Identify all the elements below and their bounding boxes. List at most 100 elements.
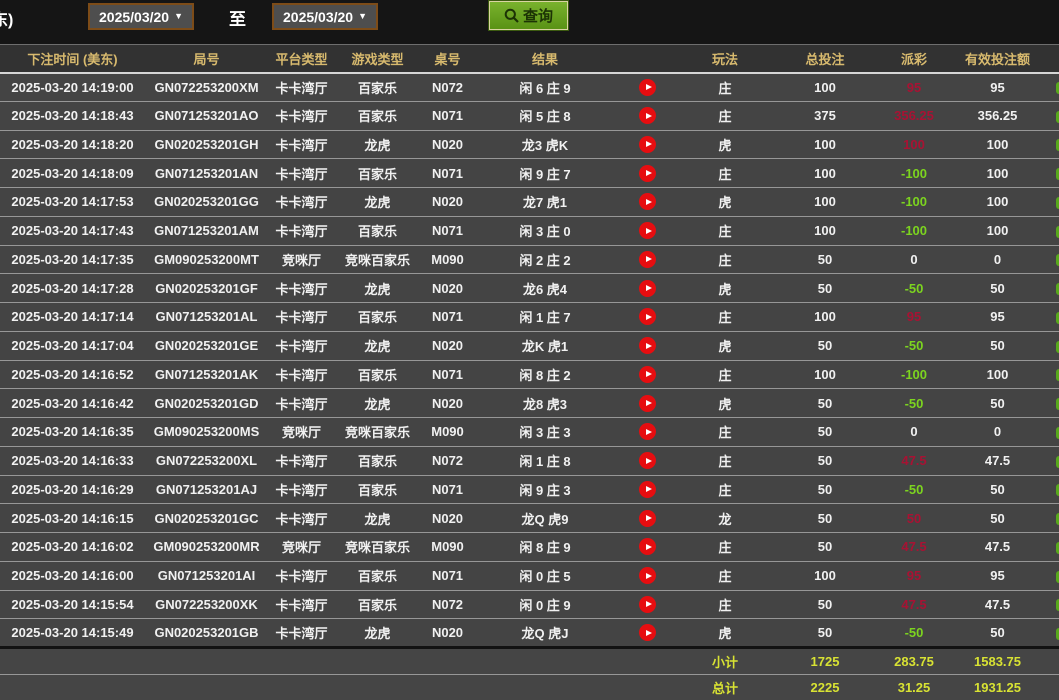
- bet-time-cell: 2025-03-20 14:17:43: [0, 216, 145, 245]
- replay-play-icon[interactable]: [639, 165, 656, 182]
- bet-time-cell: 2025-03-20 14:18:43: [0, 101, 145, 130]
- bet-time-cell: 2025-03-20 14:15:49: [0, 619, 145, 648]
- game-type-cell: 龙虎: [335, 130, 420, 159]
- table-no-cell: M090: [420, 245, 475, 274]
- replay-cell: [615, 590, 680, 619]
- result-cell: 闲 5 庄 8: [475, 101, 615, 130]
- replay-play-icon[interactable]: [639, 624, 656, 641]
- game-type-cell: 百家乐: [335, 475, 420, 504]
- platform-cell: 卡卡湾厅: [268, 130, 335, 159]
- total-bet-cell: 100: [770, 303, 880, 332]
- date-to-picker[interactable]: 2025/03/20 ▼: [272, 3, 378, 30]
- bet-play-cell: 虎: [680, 331, 770, 360]
- total-bet-cell: 50: [770, 274, 880, 303]
- replay-play-icon[interactable]: [639, 567, 656, 584]
- clipped-cell: [1047, 274, 1059, 303]
- payout-cell: 95: [880, 73, 948, 102]
- replay-play-icon[interactable]: [639, 251, 656, 268]
- valid-bet-cell: 50: [948, 331, 1047, 360]
- platform-cell: 卡卡湾厅: [268, 504, 335, 533]
- valid-bet-cell: 0: [948, 245, 1047, 274]
- bet-time-cell: 2025-03-20 14:17:14: [0, 303, 145, 332]
- clipped-left-label: 东): [0, 6, 13, 30]
- round-id-cell: GN020253201GC: [145, 504, 268, 533]
- platform-cell: 卡卡湾厅: [268, 446, 335, 475]
- bet-time-cell: 2025-03-20 14:15:54: [0, 590, 145, 619]
- round-id-cell: GN072253200XM: [145, 73, 268, 102]
- game-type-cell: 百家乐: [335, 590, 420, 619]
- table-row: 2025-03-20 14:17:14GN071253201AL卡卡湾厅百家乐N…: [0, 303, 1059, 332]
- payout-cell: -50: [880, 475, 948, 504]
- bet-time-cell: 2025-03-20 14:17:35: [0, 245, 145, 274]
- replay-play-icon[interactable]: [639, 510, 656, 527]
- bet-play-cell: 庄: [680, 418, 770, 447]
- col-round-id: 局号: [145, 45, 268, 73]
- game-type-cell: 百家乐: [335, 303, 420, 332]
- game-type-cell: 龙虎: [335, 504, 420, 533]
- valid-bet-cell: 95: [948, 73, 1047, 102]
- replay-play-icon[interactable]: [639, 596, 656, 613]
- replay-play-icon[interactable]: [639, 107, 656, 124]
- replay-play-icon[interactable]: [639, 136, 656, 153]
- result-cell: 龙8 虎3: [475, 389, 615, 418]
- replay-play-icon[interactable]: [639, 280, 656, 297]
- table-no-cell: M090: [420, 418, 475, 447]
- subtotal-payout: 283.75: [880, 648, 948, 675]
- replay-play-icon[interactable]: [639, 222, 656, 239]
- valid-bet-cell: 100: [948, 188, 1047, 217]
- result-cell: 龙3 虎K: [475, 130, 615, 159]
- valid-bet-cell: 100: [948, 130, 1047, 159]
- payout-cell: 95: [880, 303, 948, 332]
- replay-cell: [615, 73, 680, 102]
- replay-cell: [615, 303, 680, 332]
- payout-cell: 356.25: [880, 101, 948, 130]
- bet-time-cell: 2025-03-20 14:16:29: [0, 475, 145, 504]
- replay-play-icon[interactable]: [639, 395, 656, 412]
- replay-play-icon[interactable]: [639, 538, 656, 555]
- table-row: 2025-03-20 14:16:15GN020253201GC卡卡湾厅龙虎N0…: [0, 504, 1059, 533]
- table-no-cell: N072: [420, 590, 475, 619]
- replay-play-icon[interactable]: [639, 337, 656, 354]
- replay-play-icon[interactable]: [639, 79, 656, 96]
- subtotal-valid: 1583.75: [948, 648, 1047, 675]
- game-type-cell: 百家乐: [335, 159, 420, 188]
- total-bet-cell: 100: [770, 130, 880, 159]
- bet-time-cell: 2025-03-20 14:16:33: [0, 446, 145, 475]
- replay-cell: [615, 188, 680, 217]
- replay-play-icon[interactable]: [639, 423, 656, 440]
- table-row: 2025-03-20 14:17:28GN020253201GF卡卡湾厅龙虎N0…: [0, 274, 1059, 303]
- table-no-cell: N071: [420, 360, 475, 389]
- col-valid-bet: 有效投注额: [948, 45, 1047, 73]
- bet-time-cell: 2025-03-20 14:18:09: [0, 159, 145, 188]
- game-type-cell: 百家乐: [335, 360, 420, 389]
- query-button[interactable]: 查询: [488, 0, 569, 31]
- round-id-cell: GN020253201GF: [145, 274, 268, 303]
- game-type-cell: 竞咪百家乐: [335, 245, 420, 274]
- table-no-cell: N071: [420, 475, 475, 504]
- bet-time-cell: 2025-03-20 14:16:52: [0, 360, 145, 389]
- replay-play-icon[interactable]: [639, 366, 656, 383]
- replay-play-icon[interactable]: [639, 481, 656, 498]
- date-to-value: 2025/03/20: [283, 9, 353, 25]
- result-cell: 闲 0 庄 5: [475, 561, 615, 590]
- valid-bet-cell: 50: [948, 475, 1047, 504]
- total-bet-cell: 50: [770, 446, 880, 475]
- result-cell: 闲 9 庄 3: [475, 475, 615, 504]
- replay-play-icon[interactable]: [639, 308, 656, 325]
- replay-cell: [615, 360, 680, 389]
- clipped-cell: [1047, 159, 1059, 188]
- platform-cell: 卡卡湾厅: [268, 159, 335, 188]
- total-bet-cell: 50: [770, 533, 880, 562]
- platform-cell: 卡卡湾厅: [268, 475, 335, 504]
- replay-cell: [615, 619, 680, 648]
- replay-play-icon[interactable]: [639, 193, 656, 210]
- replay-play-icon[interactable]: [639, 452, 656, 469]
- platform-cell: 卡卡湾厅: [268, 101, 335, 130]
- table-row: 2025-03-20 14:16:42GN020253201GD卡卡湾厅龙虎N0…: [0, 389, 1059, 418]
- replay-cell: [615, 504, 680, 533]
- col-payout: 派彩: [880, 45, 948, 73]
- round-id-cell: GN071253201AO: [145, 101, 268, 130]
- total-bet-cell: 375: [770, 101, 880, 130]
- platform-cell: 卡卡湾厅: [268, 561, 335, 590]
- date-from-picker[interactable]: 2025/03/20 ▼: [88, 3, 194, 30]
